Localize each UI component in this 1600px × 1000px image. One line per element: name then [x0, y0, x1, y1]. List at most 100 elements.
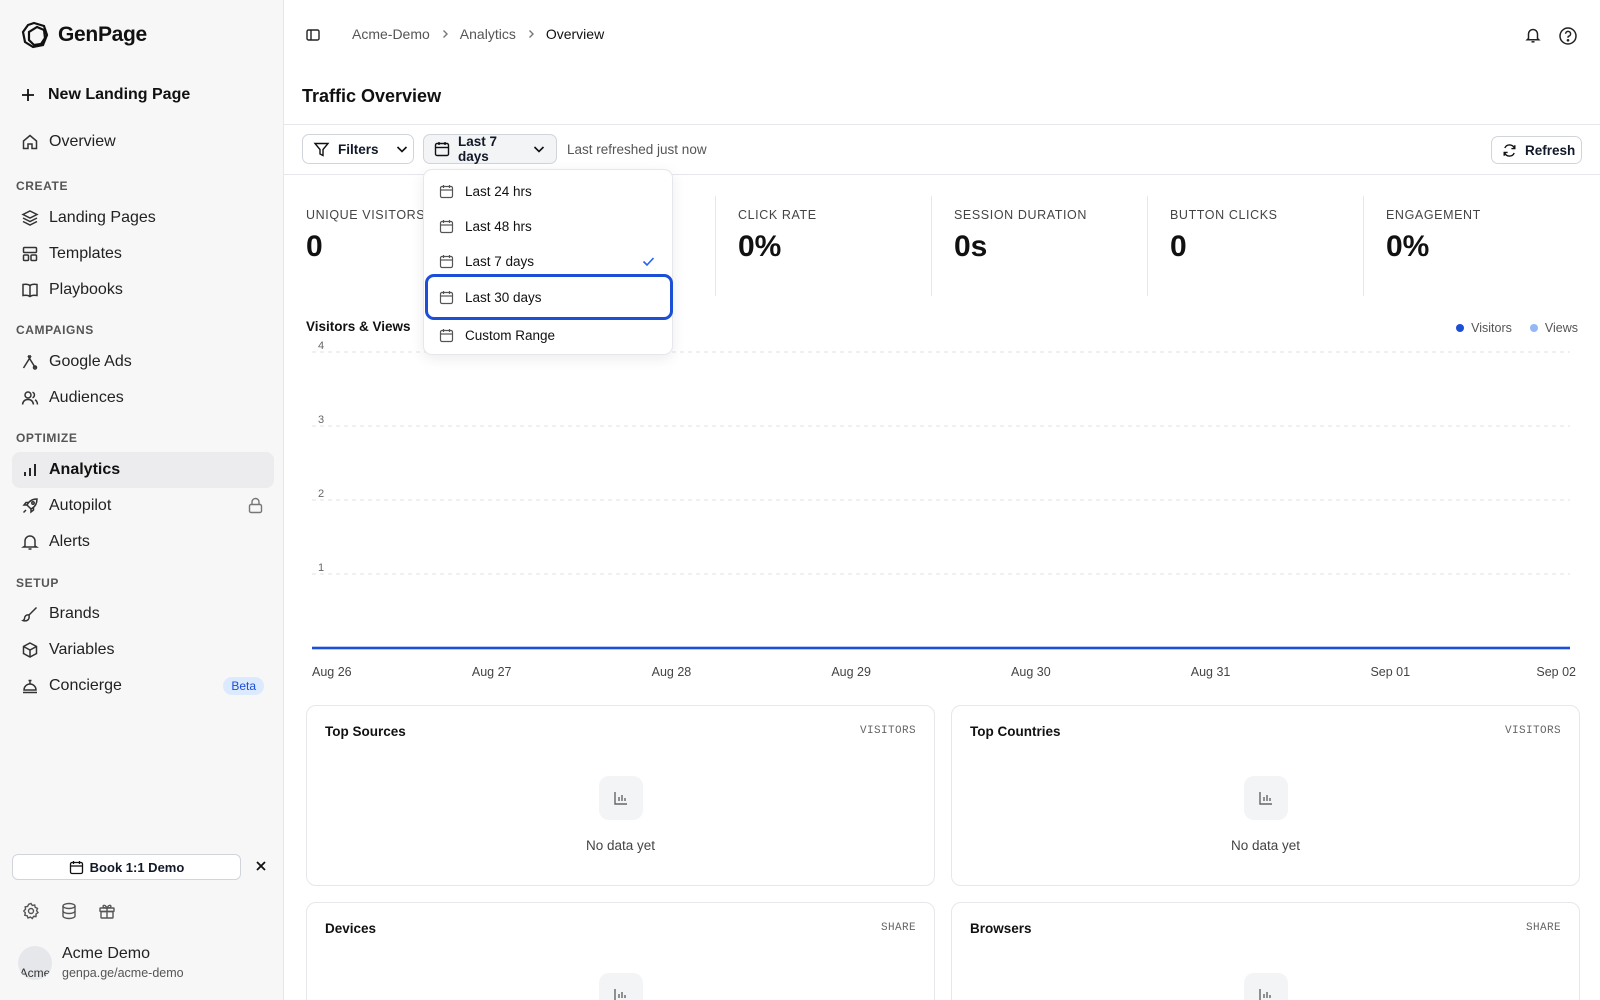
stat-value: 0%	[738, 230, 782, 263]
x-tick-label: Aug 31	[1191, 665, 1231, 679]
stat-engagement: ENGAGEMENT 0%	[1364, 196, 1579, 296]
calendar-icon	[439, 184, 454, 199]
topbar: Acme-Demo Analytics Overview	[284, 0, 1600, 70]
stat-value: 0	[306, 230, 323, 263]
calendar-icon	[439, 290, 454, 305]
bar-chart-icon	[21, 461, 39, 479]
gift-icon[interactable]	[98, 902, 116, 920]
sidebar-item-label: Overview	[49, 133, 116, 150]
google-ads-icon	[21, 353, 39, 371]
sidebar-item-label: Alerts	[49, 533, 90, 550]
book-open-icon	[21, 281, 39, 299]
sidebar-item-concierge[interactable]: Concierge Beta	[12, 668, 274, 704]
chevron-right-icon	[440, 29, 450, 39]
y-tick-label: 1	[318, 562, 324, 574]
date-option-label: Last 7 days	[465, 253, 535, 269]
sidebar-item-playbooks[interactable]: Playbooks	[12, 272, 274, 308]
date-option-last-30-days[interactable]: Last 30 days	[425, 274, 673, 320]
x-tick-label: Aug 30	[1011, 665, 1051, 679]
sidebar-item-label: Variables	[49, 641, 115, 658]
sidebar-item-variables[interactable]: Variables	[12, 632, 274, 668]
sidebar-item-alerts[interactable]: Alerts	[12, 524, 274, 560]
new-landing-page-button[interactable]: New Landing Page	[20, 86, 190, 104]
new-landing-page-label: New Landing Page	[48, 86, 191, 103]
date-range-value: Last 7 days	[458, 134, 498, 164]
legend-label: Visitors	[1471, 321, 1512, 335]
beta-badge: Beta	[223, 677, 264, 695]
last-refreshed-text: Last refreshed just now	[567, 142, 707, 157]
book-demo-label: Book 1:1 Demo	[89, 859, 185, 875]
bar-chart-icon	[598, 973, 643, 1000]
card-meta: VISITORS	[859, 725, 916, 737]
page-title: Traffic Overview	[302, 86, 442, 106]
notifications-bell-icon[interactable]	[1524, 26, 1542, 44]
sidebar: GenPage New Landing Page Overview CREATE…	[0, 0, 284, 1000]
user-name: Acme Demo	[62, 945, 151, 962]
template-icon	[21, 245, 39, 263]
date-range-select[interactable]: Last 7 days	[423, 134, 557, 164]
section-label-setup: SETUP	[16, 576, 60, 590]
card-meta: VISITORS	[1504, 725, 1561, 737]
filter-icon	[313, 141, 330, 158]
genpage-logo-icon	[20, 20, 50, 50]
user-profile[interactable]: Acme Acme Demo genpa.ge/acme-demo	[18, 945, 184, 980]
brush-icon	[21, 605, 39, 623]
filters-button[interactable]: Filters	[302, 134, 414, 164]
date-option-last-24-hrs[interactable]: Last 24 hrs	[428, 174, 668, 208]
y-tick-label: 4	[318, 340, 324, 352]
stat-click-rate: CLICK RATE 0%	[716, 196, 931, 296]
card-title: Browsers	[970, 921, 1032, 936]
date-option-last-7-days[interactable]: Last 7 days	[428, 244, 668, 278]
date-option-last-48-hrs[interactable]: Last 48 hrs	[428, 209, 668, 243]
empty-state-text: No data yet	[1230, 838, 1301, 853]
chevron-down-icon	[395, 142, 409, 156]
date-range-dropdown: Last 24 hrs Last 48 hrs Last 7 days Last…	[423, 169, 673, 355]
plus-icon	[20, 87, 36, 103]
legend-swatch	[1456, 324, 1465, 332]
sidebar-item-analytics[interactable]: Analytics	[12, 452, 274, 488]
card-browsers: Browsers SHARE	[951, 902, 1580, 1000]
divider	[284, 124, 1600, 125]
breadcrumb-item-section[interactable]: Analytics	[460, 26, 516, 42]
card-title: Devices	[325, 921, 377, 936]
gear-icon[interactable]	[22, 902, 40, 920]
home-icon	[21, 133, 39, 151]
visitors-views-chart: 1 2 3 4 Aug 26 Aug 27 Aug 28 Aug 29 Aug 30 Aug 31…	[312, 340, 1576, 679]
stat-value: 0%	[1386, 230, 1430, 263]
calendar-icon	[69, 860, 84, 875]
legend-item-views: Views	[1529, 321, 1578, 335]
sidebar-item-label: Brands	[49, 605, 100, 622]
refresh-button[interactable]: Refresh	[1491, 136, 1582, 164]
section-label-campaigns: CAMPAIGNS	[16, 323, 94, 337]
app-logo[interactable]: GenPage	[20, 20, 147, 50]
sidebar-item-label: Google Ads	[49, 353, 132, 370]
sidebar-item-overview[interactable]: Overview	[12, 124, 274, 160]
users-icon	[21, 389, 39, 407]
date-option-custom-range[interactable]: Custom Range	[428, 318, 668, 352]
sidebar-item-templates[interactable]: Templates	[12, 236, 274, 272]
sidebar-item-autopilot[interactable]: Autopilot	[12, 488, 274, 524]
stat-session-duration: SESSION DURATION 0s	[932, 196, 1147, 296]
close-icon[interactable]	[253, 858, 269, 874]
bar-chart-icon	[1243, 776, 1288, 820]
x-tick-label: Sep 01	[1370, 665, 1410, 679]
concierge-bell-icon	[21, 677, 39, 695]
database-icon[interactable]	[60, 902, 78, 920]
breadcrumb-item-org[interactable]: Acme-Demo	[352, 26, 430, 42]
book-demo-button[interactable]: Book 1:1 Demo	[12, 854, 241, 880]
sidebar-toggle-icon[interactable]	[304, 26, 322, 44]
legend-item-visitors: Visitors	[1456, 321, 1512, 335]
y-tick-label: 2	[318, 488, 324, 500]
stat-label: SESSION DURATION	[954, 208, 1087, 222]
sidebar-item-audiences[interactable]: Audiences	[12, 380, 274, 416]
x-tick-label: Sep 02	[1536, 665, 1576, 679]
layers-icon	[21, 209, 39, 227]
calendar-icon	[439, 328, 454, 343]
sidebar-item-brands[interactable]: Brands	[12, 596, 274, 632]
sidebar-item-landing-pages[interactable]: Landing Pages	[12, 200, 274, 236]
sidebar-item-label: Concierge	[49, 677, 122, 694]
card-meta: SHARE	[880, 922, 916, 934]
card-devices: Devices SHARE	[306, 902, 935, 1000]
sidebar-item-google-ads[interactable]: Google Ads	[12, 344, 274, 380]
help-icon[interactable]	[1558, 26, 1578, 46]
